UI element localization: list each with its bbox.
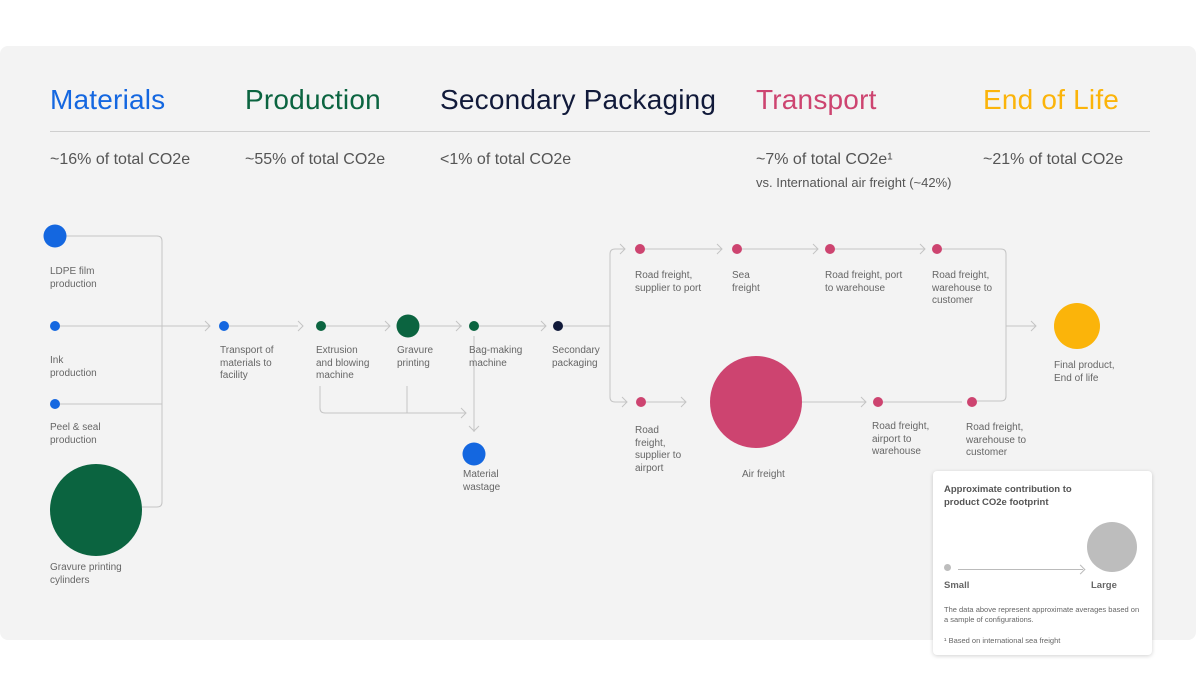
label-gravure-printing: Gravure printing (397, 345, 434, 369)
legend-small-dot (944, 564, 951, 571)
connector-split-bottom (609, 326, 627, 403)
node-bag-making (469, 321, 479, 331)
legend-small-label: Small (944, 580, 970, 591)
node-road-warehouse-customer-top (932, 244, 942, 254)
label-road-warehouse-customer-bottom: Road freight, warehouse to customer (966, 422, 1027, 458)
legend-title: Approximate contribution to product CO2e… (944, 484, 1072, 508)
node-transport-materials (219, 321, 229, 331)
legend-scale-line (958, 569, 1083, 570)
label-final-product: Final product, End of life (1054, 360, 1115, 384)
label-road-warehouse-customer-top: Road freight, warehouse to customer (932, 270, 993, 306)
node-road-supplier-airport (636, 397, 646, 407)
node-gravure-cylinders (50, 464, 142, 556)
label-road-supplier-port: Road freight, supplier to port (635, 270, 702, 294)
node-ink (50, 321, 60, 331)
connector-wastage (319, 386, 466, 414)
label-peel-seal: Peel & seal production (50, 422, 101, 446)
label-road-supplier-airport: Road freight, supplier to airport (635, 425, 682, 474)
node-road-warehouse-customer-bottom (967, 397, 977, 407)
node-gravure-printing (396, 314, 420, 338)
legend-card: Approximate contribution to product CO2e… (933, 471, 1152, 655)
arrowheads (204, 243, 1037, 432)
node-road-port-warehouse (825, 244, 835, 254)
legend-footnote: ¹ Based on international sea freight (944, 636, 1061, 645)
node-material-wastage (462, 442, 486, 466)
connector-split-top (609, 248, 625, 326)
label-air-freight: Air freight (742, 469, 785, 480)
label-road-port-warehouse: Road freight, port to warehouse (825, 270, 903, 294)
label-bag-making: Bag-making machine (469, 345, 523, 369)
node-sea-freight (732, 244, 742, 254)
label-gravure-cylinders: Gravure printing cylinders (50, 562, 122, 586)
label-ink: Ink production (50, 355, 97, 379)
node-peel-seal (50, 399, 60, 409)
label-ldpe-film: LDPE film production (50, 266, 97, 290)
legend-arrow-icon (1075, 564, 1086, 575)
legend-large-dot (1087, 522, 1137, 572)
legend-large-label: Large (1091, 580, 1117, 591)
label-extrusion: Extrusion and blowing machine (316, 345, 370, 381)
node-secondary-packaging (553, 321, 563, 331)
label-transport-materials: Transport of materials to facility (220, 345, 274, 381)
legend-note: The data above represent approximate ave… (944, 605, 1140, 624)
node-final-product (1054, 303, 1100, 349)
node-extrusion (316, 321, 326, 331)
node-road-supplier-port (635, 244, 645, 254)
label-sea-freight: Sea freight (732, 270, 760, 294)
label-material-wastage: Material wastage (463, 469, 501, 493)
arrowhead (297, 320, 304, 332)
label-secondary-packaging: Secondary packaging (552, 345, 600, 369)
label-road-airport-warehouse: Road freight, airport to warehouse (872, 421, 930, 457)
node-road-airport-warehouse (873, 397, 883, 407)
node-ldpe-film (43, 224, 67, 248)
node-air-freight (710, 356, 802, 448)
